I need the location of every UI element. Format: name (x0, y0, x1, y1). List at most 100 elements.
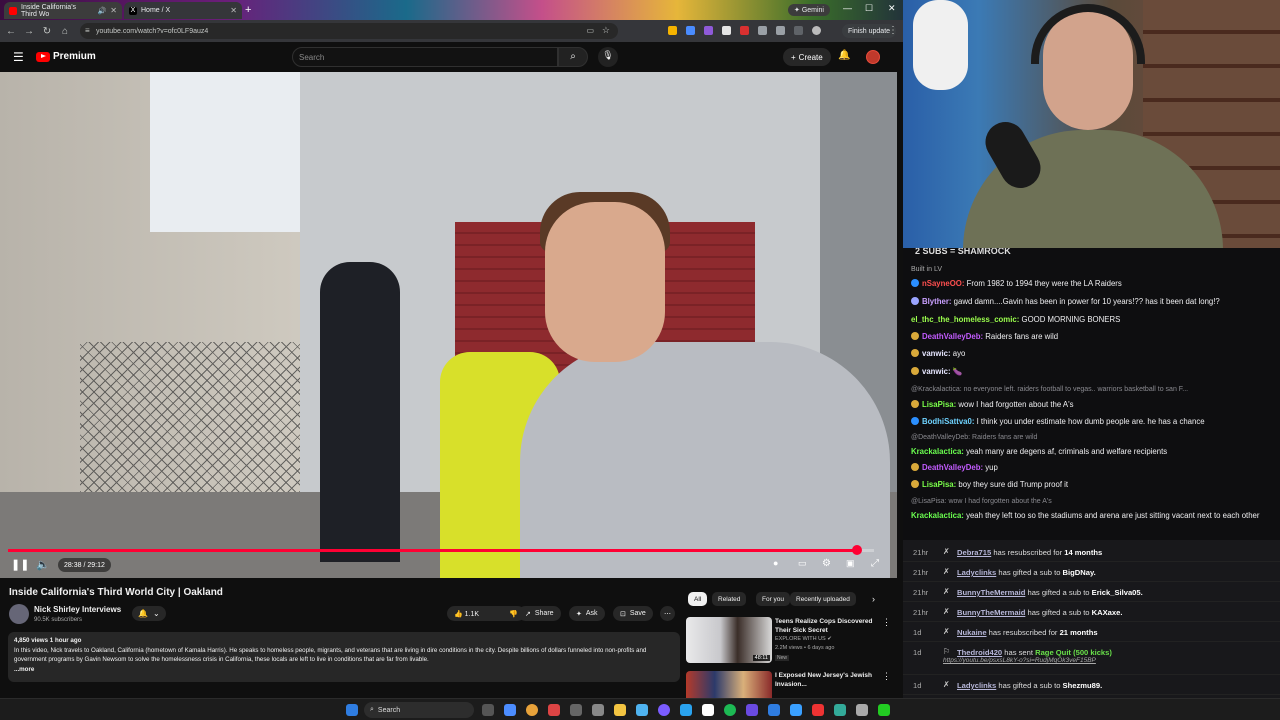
search-button[interactable]: ⌕ (558, 47, 588, 67)
app-icon[interactable] (790, 704, 802, 716)
app-icon[interactable] (768, 704, 780, 716)
like-button[interactable]: 👍 1.1K (454, 610, 479, 618)
channel-name[interactable]: Nick Shirley Interviews (34, 605, 121, 614)
minimize-icon[interactable]: — (843, 3, 852, 13)
activity-username[interactable]: BunnyTheMermaid (957, 588, 1025, 597)
chat-username[interactable]: nSayneOO: (922, 279, 964, 288)
app-icon[interactable] (570, 704, 582, 716)
recommended-video[interactable]: I Exposed New Jersey's Jewish Invasion..… (686, 671, 896, 698)
account-avatar[interactable] (866, 50, 880, 64)
app-icon[interactable] (746, 704, 758, 716)
chat-username[interactable]: DeathValleyDeb: (922, 332, 983, 341)
task-view-icon[interactable] (482, 704, 494, 716)
settings-gear-icon[interactable]: ⚙ (822, 558, 831, 569)
recommended-video[interactable]: 48:11 Teens Realize Cops Discovered Thei… (686, 617, 896, 667)
extension-icon[interactable] (722, 26, 731, 35)
extensions-puzzle-icon[interactable] (758, 26, 767, 35)
app-icon[interactable] (592, 704, 604, 716)
chat-username[interactable]: vanwic: (922, 349, 951, 358)
app-icon[interactable] (834, 704, 846, 716)
chat-username[interactable]: LisaPisa: (922, 480, 956, 489)
bookmark-star-icon[interactable]: ☆ (602, 25, 610, 36)
video-progress-bar[interactable] (8, 549, 874, 552)
chip-for-you[interactable]: For you (756, 592, 791, 606)
home-icon[interactable]: ⌂ (56, 26, 74, 37)
app-icon[interactable] (636, 704, 648, 716)
chat-username[interactable]: LisaPisa: (922, 400, 956, 409)
scrubber-handle[interactable] (851, 545, 862, 555)
close-tab-icon[interactable]: ✕ (230, 6, 237, 15)
autoplay-toggle-icon[interactable]: ● (773, 558, 778, 568)
activity-username[interactable]: Debra715 (957, 548, 991, 557)
chat-username[interactable]: Krackalactica: (911, 511, 964, 520)
extension-icon[interactable] (704, 26, 713, 35)
url-field[interactable]: ≡ youtube.com/watch?v=ofc0LF9auz4 ▭ ☆ (80, 23, 618, 39)
extension-icon[interactable] (686, 26, 695, 35)
obs-icon[interactable] (658, 704, 670, 716)
tab-youtube[interactable]: Inside California's Third Wo 🔊 ✕ (4, 2, 122, 19)
more-vertical-icon[interactable]: ⋮ (882, 671, 891, 682)
recommended-title[interactable]: Teens Realize Cops Discovered Their Sick… (775, 617, 885, 635)
maximize-icon[interactable]: ☐ (865, 3, 873, 14)
gemini-button[interactable]: ✦ Gemini (788, 4, 830, 16)
subscribed-button[interactable]: 🔔 ⌄ (132, 606, 166, 621)
sidepanel-icon[interactable] (794, 26, 803, 35)
downloads-icon[interactable] (776, 26, 785, 35)
app-icon[interactable] (812, 704, 824, 716)
reload-icon[interactable]: ↻ (38, 26, 56, 37)
app-icon[interactable] (878, 704, 890, 716)
chip-recently-uploaded[interactable]: Recently uploaded (790, 592, 856, 606)
menu-icon[interactable]: ☰ (13, 50, 24, 64)
captions-icon[interactable]: ▭ (798, 558, 807, 569)
channel-avatar[interactable] (9, 604, 29, 624)
chrome-icon[interactable] (526, 704, 538, 716)
browser-menu-icon[interactable]: ⋮ (884, 25, 902, 36)
chat-username[interactable]: vanwic: (922, 367, 951, 376)
voice-search-button[interactable]: 🎙 (598, 47, 618, 67)
search-input[interactable]: Search (292, 47, 558, 67)
activity-link[interactable]: https://youtu.be/psxsL8kY-o?si=RudjMqOk3… (943, 657, 1096, 664)
extension-icon[interactable] (668, 26, 677, 35)
taskbar-search[interactable]: ⌕ Search (364, 702, 474, 718)
video-thumbnail[interactable]: 48:11 (686, 617, 772, 663)
spotify-icon[interactable] (724, 704, 736, 716)
extension-icon[interactable] (740, 26, 749, 35)
activity-username[interactable]: BunnyTheMermaid (957, 608, 1025, 617)
app-icon[interactable] (702, 704, 714, 716)
chip-related[interactable]: Related (712, 592, 747, 606)
video-player[interactable] (0, 72, 897, 578)
save-button[interactable]: ⊡ Save (613, 606, 653, 621)
file-explorer-icon[interactable] (614, 704, 626, 716)
fullscreen-icon[interactable]: ⤢ (871, 558, 879, 569)
profile-avatar[interactable] (812, 26, 821, 35)
cast-icon[interactable]: ▭ (586, 26, 594, 35)
miniplayer-icon[interactable]: ▣ (846, 558, 855, 569)
pause-icon[interactable]: ❚❚ (11, 558, 29, 571)
chat-username[interactable]: Blyther: (922, 297, 951, 306)
show-more-link[interactable]: ...more (14, 665, 674, 675)
new-tab-icon[interactable]: + (245, 4, 251, 16)
start-windows-icon[interactable] (346, 704, 358, 716)
recommended-title[interactable]: I Exposed New Jersey's Jewish Invasion..… (775, 671, 885, 689)
activity-username[interactable]: Thedroid420 (957, 648, 1002, 657)
more-vertical-icon[interactable]: ⋮ (882, 617, 891, 628)
app-icon[interactable] (548, 704, 560, 716)
youtube-logo[interactable]: Premium (36, 51, 96, 62)
app-icon[interactable] (856, 704, 868, 716)
activity-username[interactable]: Nukaine (957, 628, 987, 637)
activity-username[interactable]: Ladyclinks (957, 568, 996, 577)
chevron-right-icon[interactable]: › (872, 594, 875, 604)
ask-button[interactable]: ✦ Ask (569, 606, 605, 621)
recommended-channel[interactable]: EXPLORE WITH US ✔ (775, 636, 832, 642)
app-icon[interactable] (680, 704, 692, 716)
chip-all[interactable]: All (688, 592, 708, 606)
tab-x[interactable]: X Home / X ✕ (124, 2, 242, 19)
chat-username[interactable]: BodhiSattva0: (922, 417, 974, 426)
volume-icon[interactable]: 🔈 (36, 558, 50, 571)
chat-username[interactable]: el_thc_the_homeless_comic: (911, 315, 1019, 324)
forward-icon[interactable]: → (20, 26, 38, 37)
chat-username[interactable]: Krackalactica: (911, 447, 964, 456)
video-thumbnail[interactable] (686, 671, 772, 698)
notifications-bell-icon[interactable]: 🔔 (838, 50, 850, 61)
back-icon[interactable]: ← (2, 26, 20, 37)
